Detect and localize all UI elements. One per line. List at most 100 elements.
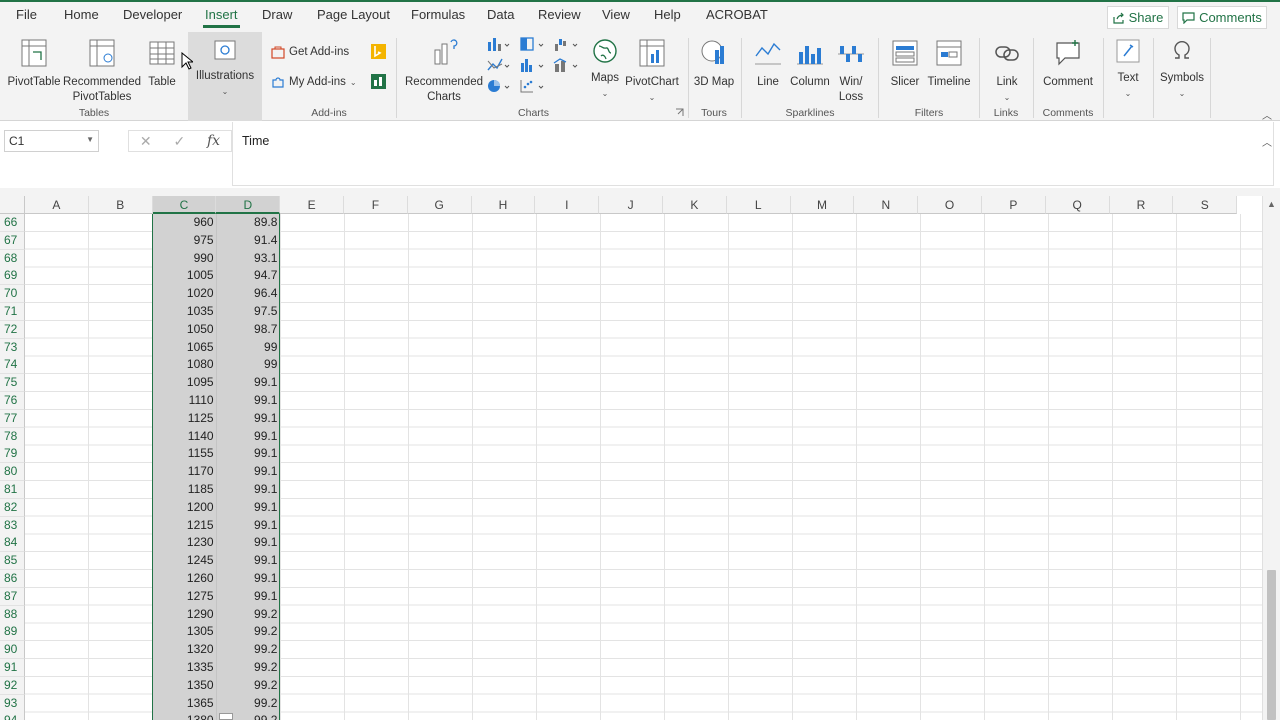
column-header-l[interactable]: L [726,196,791,214]
cell-c[interactable]: 1305 [153,623,217,641]
cell-d[interactable]: 99.1 [216,588,280,606]
row-header[interactable]: 90 [0,641,25,660]
comments-button[interactable]: Comments [1177,6,1267,29]
column-header-m[interactable]: M [790,196,855,214]
row-header[interactable]: 93 [0,694,25,713]
cell-c[interactable]: 1035 [153,303,217,321]
row-header[interactable]: 83 [0,516,25,535]
cell-d[interactable]: 99.2 [216,623,280,641]
new-comment-button[interactable]: Comment [1040,38,1096,90]
cell-c[interactable]: 1170 [153,463,217,481]
cell-c[interactable]: 1275 [153,588,217,606]
share-button[interactable]: Share [1107,6,1169,29]
collapse-ribbon-icon[interactable]: ︿ [1262,107,1272,122]
cell-c[interactable]: 1125 [153,410,217,428]
row-header[interactable]: 85 [0,552,25,571]
column-chart-icon[interactable] [486,36,512,52]
row-header[interactable]: 89 [0,623,25,642]
tab-data[interactable]: Data [487,7,514,22]
row-header[interactable]: 66 [0,214,25,232]
statistic-chart-icon[interactable] [519,57,547,73]
tab-developer[interactable]: Developer [123,7,182,22]
column-header-f[interactable]: F [344,196,408,214]
tab-page-layout[interactable]: Page Layout [317,7,390,22]
cell-c[interactable]: 1185 [153,481,217,499]
column-header-i[interactable]: I [535,196,600,214]
cell-c[interactable]: 1110 [153,392,217,410]
collapse-formula-bar-icon[interactable]: ︿ [1262,134,1272,149]
column-header-g[interactable]: G [407,196,472,214]
cell-d[interactable]: 99.1 [216,499,280,517]
sparkline-line-button[interactable]: Line [748,38,788,90]
cell-c[interactable]: 1140 [153,428,217,446]
cell-c[interactable]: 1260 [153,570,217,588]
row-header[interactable]: 76 [0,392,25,410]
3d-map-button[interactable]: 3D Map [692,38,736,90]
cell-d[interactable]: 98.7 [216,321,280,339]
symbols-button[interactable]: Symbols ⌄ [1158,38,1206,101]
row-header[interactable]: 86 [0,570,25,588]
line-chart-icon[interactable] [486,57,512,73]
tab-home[interactable]: Home [64,7,99,22]
cell-c[interactable]: 1050 [153,321,217,339]
scrollbar-thumb[interactable] [1267,570,1276,720]
row-header[interactable]: 70 [0,285,25,304]
tab-help[interactable]: Help [654,7,681,22]
cell-c[interactable]: 1335 [153,659,217,677]
cell-d[interactable]: 89.8 [216,214,280,232]
cell-d[interactable]: 99.1 [216,445,280,463]
cell-d[interactable]: 99.1 [216,463,280,481]
row-header[interactable]: 92 [0,676,25,695]
cell-c[interactable]: 1230 [153,534,217,552]
cell-d[interactable]: 99.2 [216,695,280,713]
tab-insert[interactable]: Insert [203,7,240,28]
cell-d[interactable]: 93.1 [216,250,280,268]
column-header-d[interactable]: D [216,196,281,214]
enter-check-icon[interactable]: ✓ [173,133,185,150]
column-header-b[interactable]: B [88,196,153,214]
column-header-o[interactable]: O [918,196,982,214]
table-button[interactable]: Table [144,38,180,90]
cell-c[interactable]: 1095 [153,374,217,392]
cell-d[interactable]: 99.1 [216,517,280,535]
row-header[interactable]: 73 [0,338,25,357]
combo-chart-icon[interactable] [553,57,581,73]
cell-c[interactable]: 1350 [153,677,217,695]
text-button[interactable]: Text ⌄ [1110,38,1146,101]
row-header[interactable]: 81 [0,481,25,499]
hierarchy-chart-icon[interactable] [519,36,547,52]
link-button[interactable]: Link ⌄ [987,38,1027,105]
formula-input[interactable]: Time [232,122,1274,186]
cell-d[interactable]: 99.1 [216,570,280,588]
row-header[interactable]: 72 [0,320,25,339]
tab-acrobat[interactable]: ACROBAT [706,7,768,22]
cell-c[interactable]: 1365 [153,695,217,713]
row-header[interactable]: 79 [0,445,25,464]
cell-c[interactable]: 1290 [153,606,217,624]
cell-d[interactable]: 91.4 [216,232,280,250]
my-addins-button[interactable]: My Add-ins ⌄ [271,75,357,89]
name-box-dropdown-icon[interactable]: ▼ [86,135,94,144]
row-header[interactable]: 80 [0,463,25,482]
recommended-pivottables-button[interactable]: Recommended PivotTables [62,38,142,105]
quick-analysis-icon[interactable] [219,713,233,720]
cell-d[interactable]: 99.1 [216,392,280,410]
cell-c[interactable]: 1005 [153,267,217,285]
column-header-p[interactable]: P [982,196,1046,214]
cell-c[interactable]: 1200 [153,499,217,517]
column-header-j[interactable]: J [599,196,663,214]
row-header[interactable]: 78 [0,427,25,446]
cell-c[interactable]: 1080 [153,356,217,374]
waterfall-chart-icon[interactable] [553,36,581,52]
slicer-button[interactable]: Slicer [885,38,925,90]
cell-d[interactable]: 99 [216,339,280,357]
timeline-button[interactable]: Timeline [924,38,974,90]
cell-d[interactable]: 99.1 [216,410,280,428]
pivotchart-button[interactable]: PivotChart ⌄ [624,38,680,105]
pie-chart-icon[interactable] [486,78,512,94]
tab-review[interactable]: Review [538,7,581,22]
column-header-n[interactable]: N [854,196,919,214]
cell-c[interactable]: 1065 [153,339,217,357]
cell-d[interactable]: 99.2 [216,641,280,659]
cell-c[interactable]: 1215 [153,517,217,535]
